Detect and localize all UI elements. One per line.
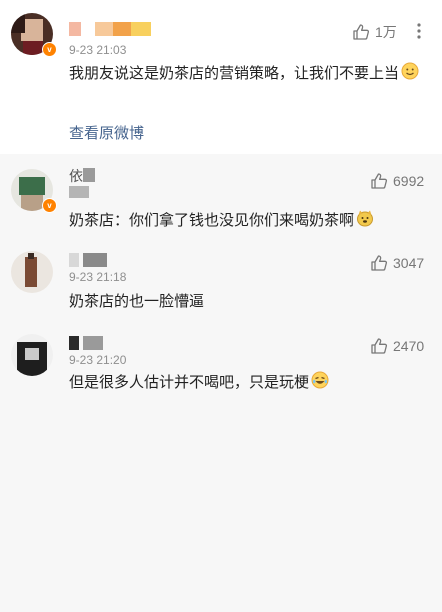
timestamp-mosaic	[69, 186, 89, 198]
comment-text: 奶茶店的也一脸懵逼	[69, 293, 205, 310]
like-button[interactable]: 2470	[370, 337, 424, 355]
comment-timestamp: 9-23 21:20	[69, 353, 127, 367]
verified-badge-icon: v	[42, 198, 57, 213]
avatar-image	[11, 334, 53, 376]
thumbs-up-icon	[371, 255, 388, 271]
comment-timestamp: 9-23 21:18	[69, 270, 127, 284]
verified-badge-icon: v	[42, 42, 57, 57]
like-count: 3047	[393, 255, 425, 271]
post-text: 我朋友说这是奶茶店的营销策略，让我们不要上当	[69, 61, 420, 87]
more-options-button[interactable]	[416, 22, 422, 40]
username-mosaic[interactable]	[69, 253, 107, 267]
like-count: 1万	[375, 24, 397, 40]
main-post: v 9-23 21:03 1万 我朋友说这是奶茶店的营销策略，让我们不要上当 查…	[0, 0, 442, 154]
view-original-link[interactable]: 查看原微博	[69, 122, 144, 143]
laugh-icon	[311, 371, 329, 389]
doge-icon	[357, 210, 374, 227]
like-button[interactable]: 6992	[370, 172, 424, 190]
more-dots-icon	[417, 23, 421, 39]
avatar[interactable]	[11, 251, 53, 293]
avatar[interactable]	[11, 334, 53, 376]
thumbs-up-icon	[371, 173, 388, 189]
username-partial: 依	[69, 168, 83, 184]
comment-text: 奶茶店：你们拿了钱也没见你们来喝奶茶啊	[69, 208, 424, 234]
comment-text: 但是很多人估计并不喝吧，只是玩梗	[69, 370, 424, 396]
like-button[interactable]: 3047	[370, 254, 424, 272]
like-count: 6992	[393, 173, 425, 189]
username-mosaic[interactable]: 依	[69, 168, 99, 184]
like-button[interactable]: 1万	[352, 22, 397, 42]
like-count: 2470	[393, 338, 425, 354]
post-timestamp: 9-23 21:03	[69, 43, 127, 57]
comment-list: v 依 6992 奶茶店：你们拿了钱也没见你们来喝奶茶啊 9-23 21:18 …	[0, 154, 442, 612]
smile-icon	[401, 62, 419, 80]
thumbs-up-icon	[371, 338, 388, 354]
thumbs-up-icon	[353, 24, 370, 40]
username-mosaic[interactable]	[69, 22, 151, 36]
avatar-image	[11, 251, 53, 293]
username-mosaic[interactable]	[69, 336, 103, 350]
